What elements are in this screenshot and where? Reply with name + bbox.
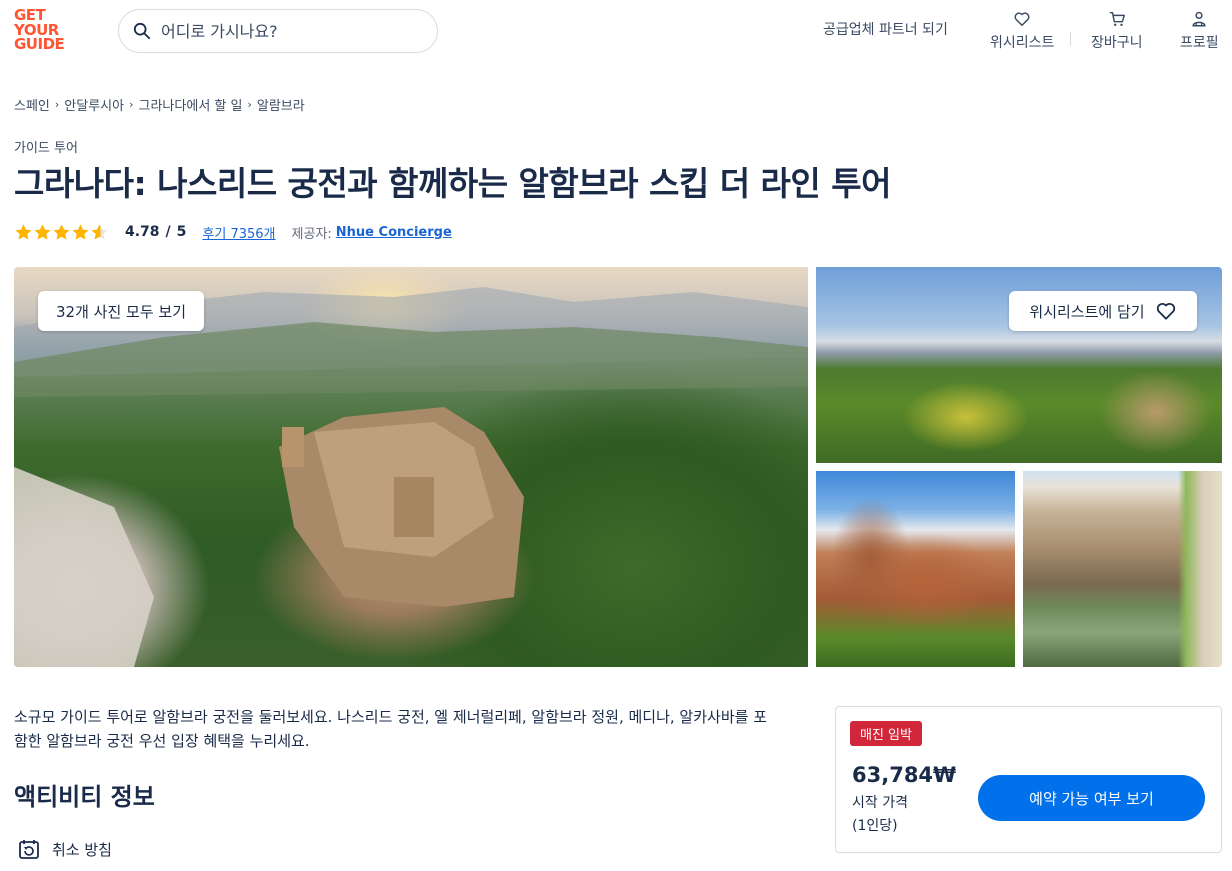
nav-profile-label: 프로필 [1180, 35, 1219, 51]
chevron-right-icon: › [129, 98, 134, 111]
rating-separator: / [165, 224, 171, 240]
nav-wishlist-label: 위시리스트 [990, 35, 1055, 51]
nav-cart[interactable]: 장바구니 [1091, 10, 1143, 52]
add-to-wishlist-label: 위시리스트에 담기 [1029, 302, 1145, 321]
star-rating [14, 223, 109, 242]
cancellation-policy: 취소 방침 [18, 838, 112, 860]
header: GET YOUR GUIDE 공급업체 파트너 되기 위시리스트 장바구니 [0, 0, 1232, 62]
likely-to-sell-out-badge: 매진 임박 [850, 721, 922, 746]
booking-card: 매진 임박 63,784₩ 시작 가격 (1인당) 예약 가능 여부 보기 [835, 706, 1222, 853]
price-per-person: (1인당) [852, 818, 898, 834]
getyourguide-logo[interactable]: GET YOUR GUIDE [14, 8, 72, 54]
activity-category: 가이드 투어 [14, 141, 78, 156]
star-icon [72, 223, 89, 240]
heart-icon [1014, 12, 1030, 27]
star-icon [53, 223, 70, 240]
star-icon [34, 223, 51, 240]
nav-profile[interactable]: 프로필 [1180, 10, 1219, 52]
activity-description: 소규모 가이드 투어로 알함브라 궁전을 둘러보세요. 나스리드 궁전, 엘 제… [14, 708, 767, 750]
page-title: 그라나다: 나스리드 궁전과 함께하는 알함브라 스킵 더 라인 투어 [14, 164, 891, 203]
section-title-activity-info: 액티비티 정보 [14, 783, 155, 811]
search-icon [133, 22, 151, 40]
rating-row: 4.78 / 5 후기 7356개 제공자: Nhue Concierge [14, 222, 452, 242]
add-to-wishlist-button[interactable]: 위시리스트에 담기 [1009, 291, 1197, 331]
provider-label: 제공자: [291, 226, 332, 242]
heart-icon [1156, 303, 1175, 320]
breadcrumb-item[interactable]: 스페인 [14, 95, 50, 114]
breadcrumb-item[interactable]: 알람브라 [257, 95, 305, 114]
search-input[interactable] [161, 21, 421, 41]
star-half-icon [91, 223, 108, 240]
check-availability-button[interactable]: 예약 가능 여부 보기 [978, 775, 1205, 821]
nav-wishlist[interactable]: 위시리스트 [990, 10, 1054, 52]
become-partner-link[interactable]: 공급업체 파트너 되기 [823, 19, 948, 39]
price-from-label: 시작 가격 [852, 795, 908, 811]
star-icon [15, 223, 32, 240]
cancellation-policy-label: 취소 방침 [52, 840, 112, 859]
breadcrumb-item[interactable]: 안달루시아 [64, 95, 124, 114]
breadcrumb: 스페인 › 안달루시아 › 그라나다에서 할 일 › 알람브라 [14, 95, 305, 114]
nav-divider [1070, 32, 1071, 46]
logo-line-3: GUIDE [14, 35, 65, 53]
breadcrumb-item[interactable]: 그라나다에서 할 일 [139, 95, 243, 114]
see-all-photos-button[interactable]: 32개 사진 모두 보기 [38, 291, 204, 331]
reviews-link[interactable]: 후기 7356개 [202, 223, 275, 242]
chevron-right-icon: › [54, 98, 60, 111]
profile-icon [1192, 11, 1206, 27]
photo-alcazaba-tower[interactable] [816, 471, 1015, 667]
chevron-right-icon: › [247, 98, 252, 111]
photo-court-of-myrtles[interactable] [1023, 471, 1222, 667]
calendar-refresh-icon [19, 840, 39, 859]
cart-icon [1109, 11, 1125, 27]
search-bar[interactable] [118, 9, 438, 53]
provider-link[interactable]: Nhue Concierge [336, 225, 452, 240]
nav-cart-label: 장바구니 [1091, 35, 1143, 51]
rating-max: 5 [176, 224, 187, 240]
price: 63,784₩ [852, 763, 957, 787]
rating-score: 4.78 [125, 224, 160, 240]
